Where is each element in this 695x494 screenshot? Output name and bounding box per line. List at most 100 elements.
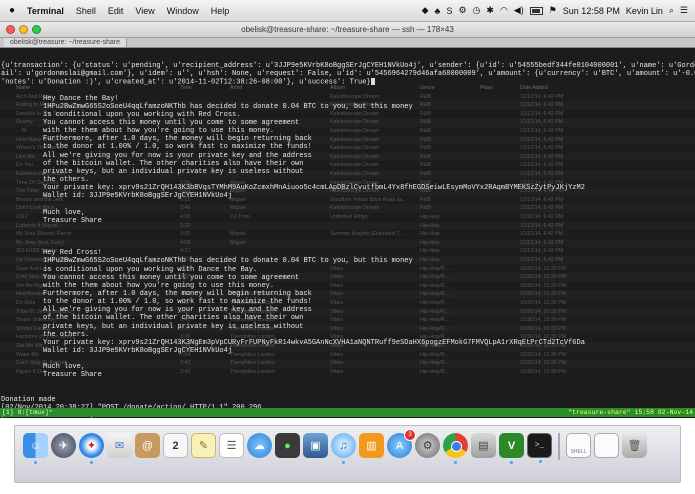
window-controls	[6, 25, 41, 34]
terminal-line: Furthermore, after 1.0 days, the money w…	[1, 135, 312, 144]
minimize-button[interactable]	[19, 25, 28, 34]
terminal-line: Much love,	[1, 363, 86, 372]
time-machine-icon[interactable]: ◷	[470, 5, 484, 16]
dock: ☺ ✈ ✦ ✉ @2 ✎ ☰ ☁ ● ▣ ♫ ▥ A 3 ⚙ ▤ V >_ SHELL 🗑	[14, 425, 681, 483]
facetime-icon[interactable]: ●	[275, 433, 300, 458]
notes-icon[interactable]: ✎	[191, 433, 216, 458]
apple-logo-icon[interactable]: ●	[3, 5, 21, 16]
tab-bar: obelisk@treasure: ~/treasure-share	[0, 38, 695, 48]
dock-separator	[558, 433, 560, 460]
menu-edit[interactable]: Edit	[102, 6, 130, 16]
tmux-session-info: "treasure-share" 15:58 02-Nov-14	[568, 409, 693, 416]
terminal-output[interactable]: {u'transaction': {u'status': u'pending',…	[1, 62, 695, 418]
menu-window[interactable]: Window	[161, 6, 205, 16]
installer-icon[interactable]: ▤	[471, 433, 496, 458]
terminal-line: to the donor at 1.00% / 1.0, so work fas…	[1, 143, 312, 152]
terminal-line: Much love,	[1, 208, 86, 217]
finder-icon[interactable]: ☺	[23, 433, 48, 464]
terminal-line: You cannot access this money until you c…	[1, 118, 300, 127]
menu-app-terminal[interactable]: Terminal	[21, 6, 70, 16]
photo-booth-icon[interactable]: ▣	[303, 433, 328, 458]
menu-help[interactable]: Help	[205, 6, 236, 16]
terminal-line: the others.	[1, 330, 90, 339]
spotlight-icon[interactable]: ⌕	[666, 5, 677, 16]
dock-items: ☺ ✈ ✦ ✉ @2 ✎ ☰ ☁ ● ▣ ♫ ▥ A 3 ⚙ ▤ V >_ SHELL 🗑	[23, 429, 647, 464]
document-icon-2[interactable]	[594, 433, 619, 458]
tab-terminal-session[interactable]: obelisk@treasure: ~/treasure-share	[4, 38, 128, 47]
terminal-line: {u'transaction': {u'status': u'pending',…	[1, 62, 695, 70]
bluetooth-icon[interactable]: ✱	[483, 5, 497, 16]
text-cursor	[370, 78, 375, 86]
battery-icon[interactable]	[527, 6, 546, 16]
terminal-line: All we're giving you for now is your pri…	[1, 151, 312, 160]
terminal-line: ail': u'gordonmslai@gmail.com'}, u'idem'…	[1, 70, 695, 79]
launchpad-icon[interactable]: ✈	[51, 433, 76, 458]
messages-icon[interactable]: ☁	[247, 433, 272, 458]
tmux-status-bar: [1] 0:[tmux]* "treasure-share" 15:58 02-…	[0, 408, 695, 417]
terminal-line: Your private key: xprv9s21ZrQH143K3NgEm3…	[1, 338, 585, 347]
tmux-window-list[interactable]: [1] 0:[tmux]*	[2, 408, 53, 417]
reminders-icon[interactable]: ☰	[219, 433, 244, 458]
chrome-icon[interactable]	[443, 433, 468, 464]
terminal-line: with the them about how you're going to …	[1, 281, 275, 290]
close-button[interactable]	[6, 25, 15, 34]
terminal-line: Wallet id: 3JJP9e5KVrbK8oBggSErJgCYEH1NV…	[1, 346, 233, 355]
calendar-icon[interactable]: 2	[163, 433, 188, 458]
desktop: ☺ ✈ ✦ ✉ @2 ✎ ☰ ☁ ● ▣ ♫ ▥ A 3 ⚙ ▤ V >_ SHELL 🗑	[0, 418, 695, 494]
user-menu[interactable]: Kevin Lin	[623, 6, 666, 16]
zoom-button[interactable]	[32, 25, 41, 34]
app-store-icon[interactable]: A3	[387, 429, 416, 458]
mail-icon[interactable]: ✉	[107, 433, 132, 458]
terminal-line: private keys, but an individual private …	[1, 322, 304, 331]
notification-center-icon[interactable]: ☰	[677, 5, 691, 16]
terminal-line: Donation made	[1, 395, 56, 404]
safari-icon[interactable]: ✦	[79, 433, 104, 464]
terminal-line: to the donor at 1.00% / 1.0, so work fas…	[1, 298, 312, 307]
terminal-view[interactable]: Name Time Artist Album Genre Plays Date Added A…	[0, 48, 695, 418]
dropbox-icon[interactable]: ◆	[419, 5, 432, 16]
macvim-icon[interactable]: V	[499, 433, 524, 464]
running-indicator	[539, 460, 542, 463]
terminal-line: You cannot access this money until you c…	[1, 273, 300, 282]
menu-view[interactable]: View	[129, 6, 160, 16]
terminal-line: All we're giving you for now is your pri…	[1, 306, 312, 315]
trash-icon[interactable]: 🗑	[622, 433, 647, 458]
menu-shell[interactable]: Shell	[70, 6, 102, 16]
wifi-icon[interactable]: ◠	[497, 5, 511, 16]
ibooks-icon[interactable]: ▥	[359, 433, 384, 458]
terminal-icon[interactable]: >_	[527, 433, 552, 463]
terminal-line: of the bitcoin wallet. The other chariti…	[1, 159, 304, 168]
terminal-line: 1HPu2BwZmwG65S2oSoeU4qqLfamzoNKThb has d…	[1, 257, 413, 266]
itunes-icon[interactable]: ♫	[331, 433, 356, 464]
terminal-line: the others.	[1, 175, 90, 184]
terminal-line: is conditional upon you working with Dan…	[1, 265, 258, 274]
running-indicator	[90, 461, 93, 464]
terminal-line: Hey Dance the Bay!	[1, 94, 119, 103]
terminal-line: Wallet id: 3JJP9e5KVrbK8oBggSErJgCYEH1NV…	[1, 192, 233, 201]
update-badge: 3	[404, 429, 416, 441]
window-title-bar[interactable]: obelisk@treasure-share: ~/treasure-share…	[0, 22, 695, 38]
evernote-icon[interactable]: ♣	[432, 6, 444, 16]
running-indicator	[342, 461, 345, 464]
clock[interactable]: Sun 12:58 PM	[560, 6, 623, 16]
system-preferences-icon[interactable]: ⚙	[415, 433, 440, 458]
terminal-line: Treasure Share	[1, 216, 102, 225]
terminal-line: Treasure Share	[1, 371, 102, 380]
document-icon[interactable]: SHELL	[566, 433, 591, 458]
volume-icon[interactable]: ◀)	[511, 5, 527, 16]
terminal-line: private keys, but an individual private …	[1, 167, 304, 176]
contacts-icon[interactable]: @	[135, 433, 160, 458]
menu-extras: ◆ ♣ S ⚙ ◷ ✱ ◠ ◀) ⚑ Sun 12:58 PM Kevin Li…	[419, 5, 695, 16]
terminal-line: Your private key: xprv9s21ZrQH143K3bBVqs…	[1, 184, 585, 193]
flag-icon[interactable]: ⚑	[546, 5, 560, 16]
gear-icon[interactable]: ⚙	[455, 5, 469, 16]
skype-icon[interactable]: S	[443, 6, 455, 16]
terminal-line: Hey Red Cross!	[1, 249, 102, 258]
